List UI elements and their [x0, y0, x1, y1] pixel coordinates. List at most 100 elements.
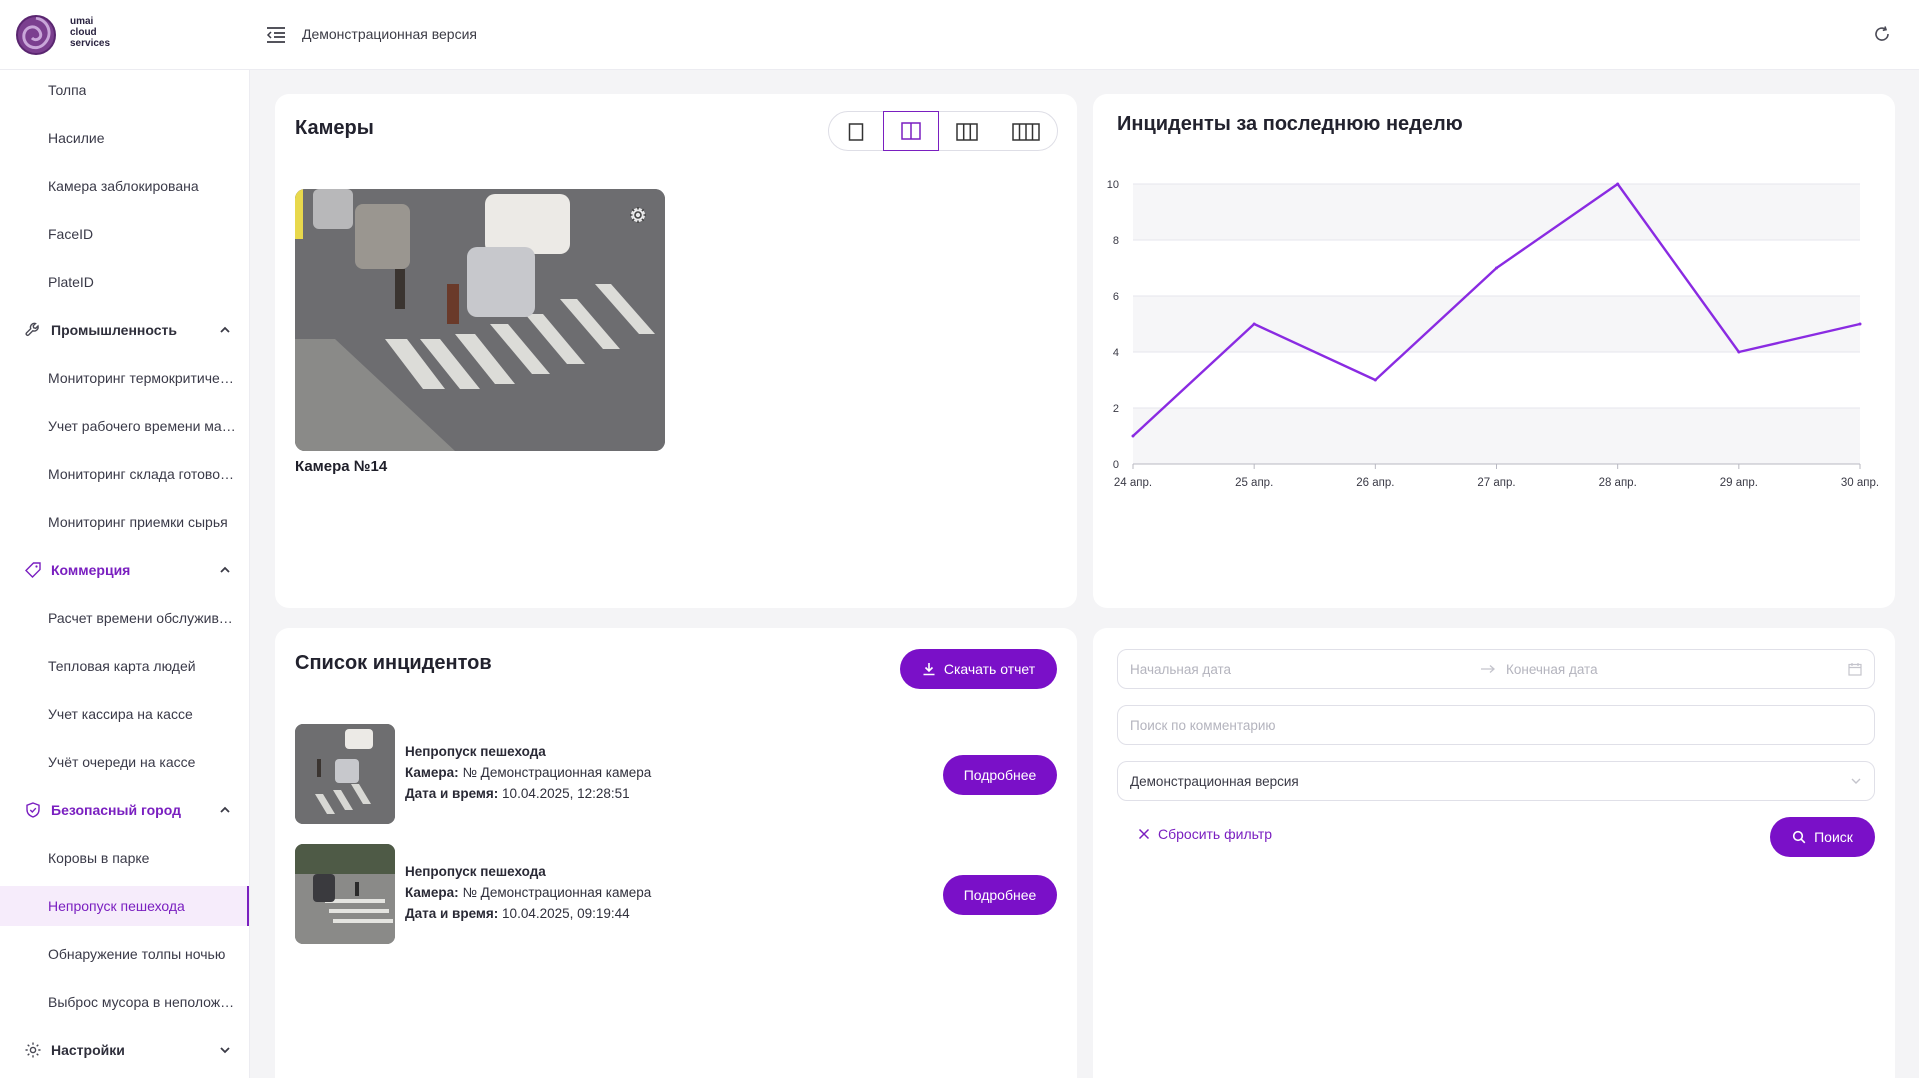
menu-collapse-icon[interactable]: [266, 26, 286, 44]
sidebar-item-warehouse[interactable]: Мониторинг склада готовой продукции: [0, 454, 249, 494]
x-tick-label: 30 апр.: [1841, 477, 1879, 489]
shield-icon: [26, 802, 40, 818]
grid-band: [1133, 296, 1860, 352]
project-select-value: Демонстрационная версия: [1130, 773, 1299, 789]
layout-3-col-icon: [956, 123, 978, 141]
layout-1-col-button[interactable]: [829, 112, 883, 152]
x-tick-label: 25 апр.: [1235, 477, 1273, 489]
chevron-down-icon: [1851, 778, 1861, 784]
header-title: Демонстрационная версия: [302, 26, 477, 42]
data-point: [1616, 182, 1620, 186]
x-tick-label: 29 апр.: [1720, 477, 1758, 489]
chevron-down-icon: [220, 1047, 230, 1054]
search-label: Поиск: [1814, 829, 1853, 845]
chevron-up-icon: [220, 326, 230, 333]
incidents-card: [275, 628, 1077, 1078]
download-report-label: Скачать отчет: [943, 661, 1036, 677]
sidebar-item-raw-intake[interactable]: Мониторинг приемки сырья: [0, 502, 249, 542]
search-icon: [1792, 830, 1806, 844]
layout-2-col-icon: [901, 122, 921, 140]
layout-switcher: [828, 111, 1058, 151]
incident-datetime: 10.04.2025, 12:28:51: [502, 786, 630, 801]
tag-icon: [25, 562, 41, 578]
incident-thumbnail[interactable]: [295, 844, 395, 944]
data-point: [1373, 378, 1377, 382]
download-report-button[interactable]: Скачать отчет: [900, 649, 1057, 689]
sidebar-item-night-crowd[interactable]: Обнаружение толпы ночью: [0, 934, 249, 974]
y-tick-label: 0: [1113, 459, 1119, 471]
camera-preview[interactable]: [295, 189, 665, 451]
comment-search-input[interactable]: Поиск по комментарию: [1117, 705, 1875, 745]
chart-title: Инциденты за последнюю неделю: [1117, 113, 1463, 135]
sidebar-group-label: Коммерция: [51, 562, 131, 578]
layout-4-col-icon: [1012, 123, 1040, 141]
details-button[interactable]: Подробнее: [943, 875, 1057, 915]
sidebar: Толпа Насилие Камера заблокирована FaceI…: [0, 70, 250, 1078]
incidents-title: Список инцидентов: [295, 652, 492, 674]
layout-2-col-button[interactable]: [883, 111, 939, 151]
camera-prefix: Камера:: [405, 885, 459, 900]
camera-name: Камера №14: [295, 458, 388, 475]
data-point: [1495, 266, 1498, 270]
refresh-icon[interactable]: [1873, 25, 1891, 43]
filter-card: [1093, 628, 1895, 1078]
cameras-title: Камеры: [295, 117, 374, 139]
incident-camera: № Демонстрационная камера: [462, 885, 652, 900]
incident-thumbnail[interactable]: [295, 724, 395, 824]
sidebar-group-safe-city[interactable]: Безопасный город: [0, 790, 249, 830]
data-point: [1858, 322, 1862, 326]
end-date-input[interactable]: Конечная дата: [1506, 662, 1848, 677]
incident-type: Непропуск пешехода: [405, 744, 546, 759]
sidebar-item-queue[interactable]: Учёт очереди на кассе: [0, 742, 249, 782]
incident-camera: № Демонстрационная камера: [462, 765, 652, 780]
grid-band: [1133, 184, 1860, 240]
sidebar-group-label: Настройки: [51, 1042, 125, 1058]
sidebar-group-industry[interactable]: Промышленность: [0, 310, 249, 350]
camera-settings-icon[interactable]: [627, 204, 649, 226]
date-range-picker[interactable]: Начальная дата Конечная дата: [1117, 649, 1875, 689]
incident-image: [295, 844, 395, 944]
incident-info: Непропуск пешехода Камера: № Демонстраци…: [405, 741, 651, 804]
sidebar-item-heatmap[interactable]: Тепловая карта людей: [0, 646, 249, 686]
details-button[interactable]: Подробнее: [943, 755, 1057, 795]
sidebar-item-cashier[interactable]: Учет кассира на кассе: [0, 694, 249, 734]
y-tick-label: 10: [1107, 179, 1119, 191]
sidebar-item-cows[interactable]: Коровы в парке: [0, 838, 249, 878]
datetime-prefix: Дата и время:: [405, 786, 499, 801]
y-tick-label: 2: [1113, 403, 1119, 415]
project-select[interactable]: Демонстрационная версия: [1117, 761, 1875, 801]
sidebar-group-settings[interactable]: Настройки: [0, 1030, 249, 1070]
start-date-input[interactable]: Начальная дата: [1130, 662, 1480, 677]
datetime-prefix: Дата и время:: [405, 906, 499, 921]
sidebar-item-service-time[interactable]: Расчет времени обслуживания: [0, 598, 249, 638]
y-tick-label: 6: [1113, 291, 1119, 303]
x-tick-label: 26 апр.: [1356, 477, 1394, 489]
sidebar-item-faceid[interactable]: FaceID: [0, 214, 249, 254]
sidebar-item-litter[interactable]: Выброс мусора в неположенном месте: [0, 982, 249, 1022]
sidebar-group-commerce[interactable]: Коммерция: [0, 550, 249, 590]
x-tick-label: 24 апр.: [1114, 477, 1152, 489]
chevron-up-icon: [220, 806, 230, 813]
sidebar-item-crowd[interactable]: Толпа: [0, 70, 249, 110]
sidebar-item-camera-blocked[interactable]: Камера заблокирована: [0, 166, 249, 206]
sidebar-group-label: Промышленность: [51, 322, 177, 338]
sidebar-item-work-time[interactable]: Учет рабочего времени мастеров: [0, 406, 249, 446]
incidents-line-chart: 0 2 4 6 8 10 24 апр. 25 апр. 26 апр. 27 апр. 28 ап…: [1107, 179, 1879, 489]
incident-info: Непропуск пешехода Камера: № Демонстраци…: [405, 861, 651, 924]
search-button[interactable]: Поиск: [1770, 817, 1875, 857]
reset-filter-button[interactable]: Сбросить фильтр: [1138, 826, 1272, 842]
close-icon: [1138, 828, 1150, 840]
layout-3-col-button[interactable]: [939, 112, 995, 152]
y-tick-label: 4: [1113, 347, 1119, 359]
data-point: [1131, 434, 1135, 438]
sidebar-item-thermal-zones[interactable]: Мониторинг термокритических зон: [0, 358, 249, 398]
grid-band: [1133, 408, 1860, 464]
x-tick-label: 27 апр.: [1477, 477, 1515, 489]
sidebar-item-violence[interactable]: Насилие: [0, 118, 249, 158]
sidebar-item-plateid[interactable]: PlateID: [0, 262, 249, 302]
download-icon: [923, 663, 935, 676]
data-point: [1737, 350, 1741, 354]
sidebar-item-pedestrian[interactable]: Непропуск пешехода: [0, 886, 249, 926]
layout-4-col-button[interactable]: [995, 112, 1057, 152]
top-header: umai cloud services Демонстрационная вер…: [0, 0, 1919, 70]
